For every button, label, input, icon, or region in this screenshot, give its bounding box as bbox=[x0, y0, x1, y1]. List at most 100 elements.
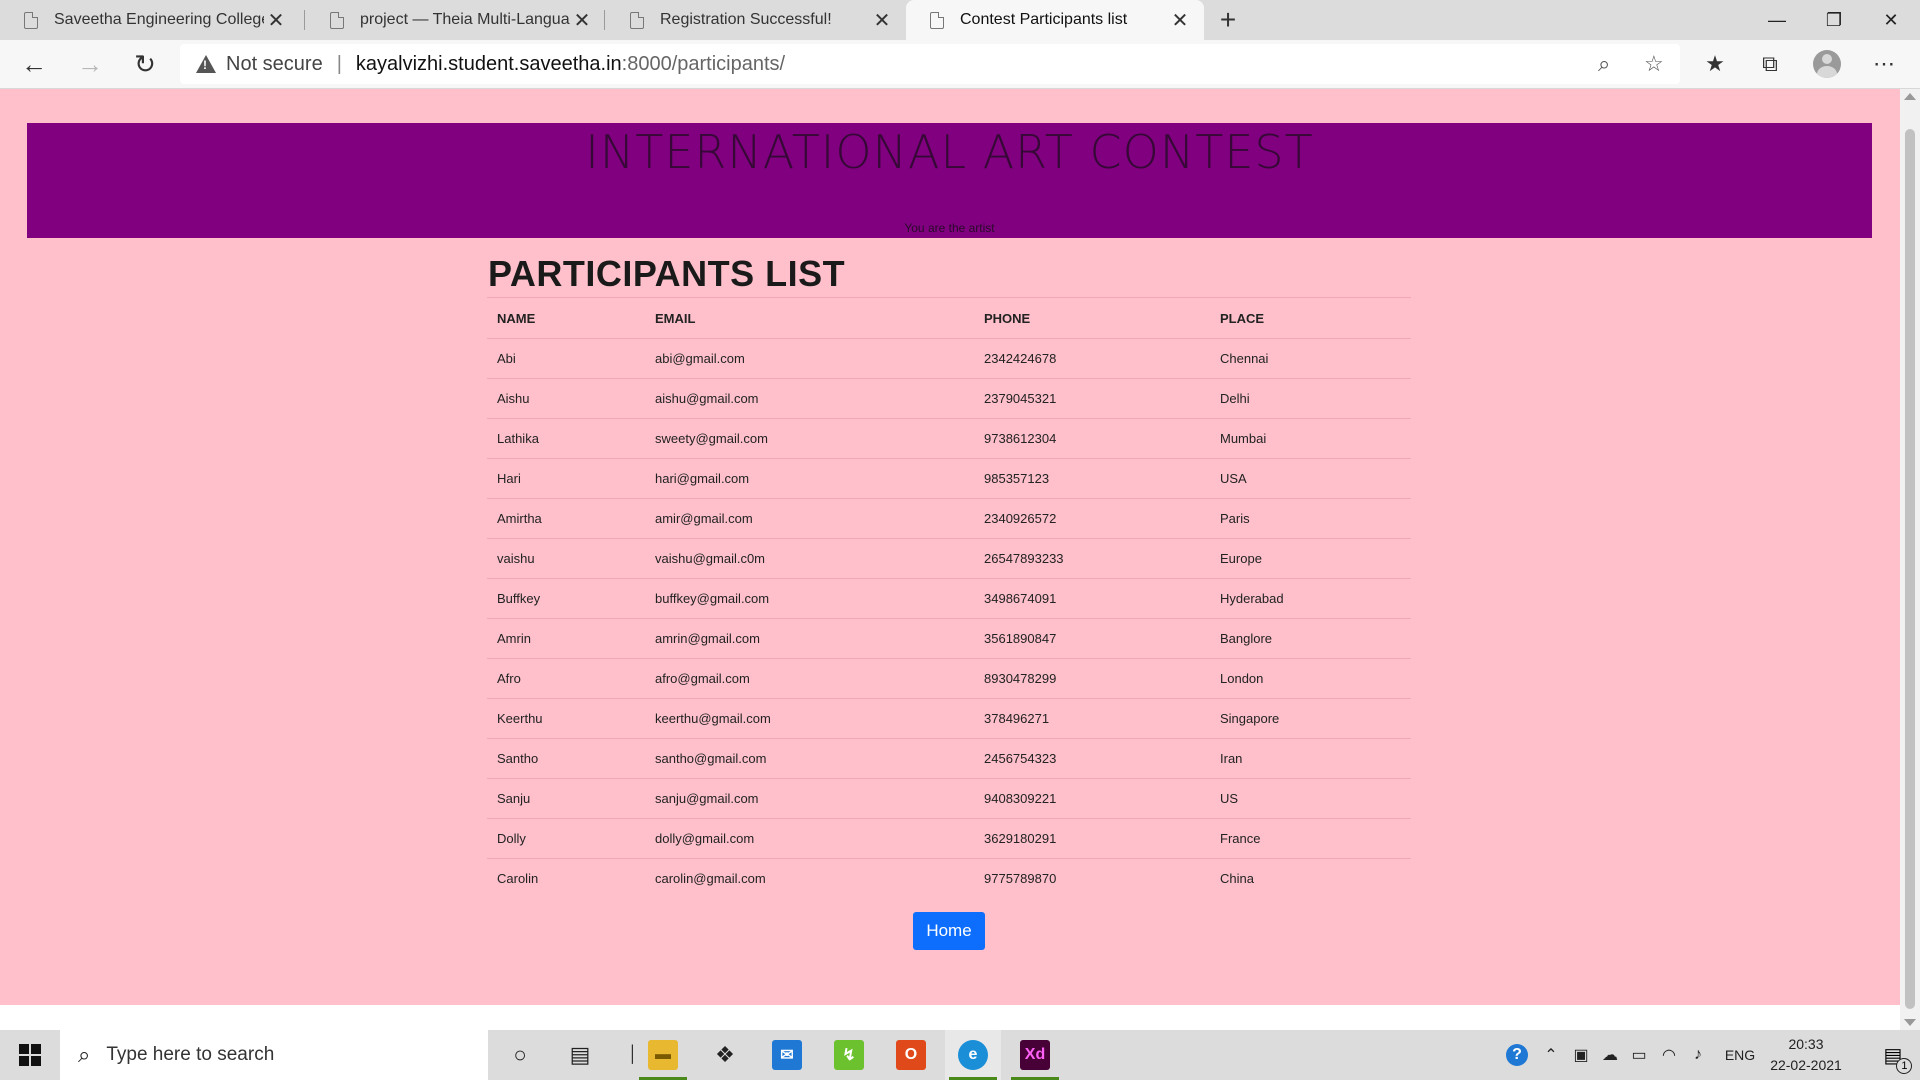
place-cell: China bbox=[1210, 858, 1411, 898]
phone-cell: 9408309221 bbox=[974, 778, 1210, 819]
place-cell: Europe bbox=[1210, 538, 1411, 579]
phone-cell: 9775789870 bbox=[974, 858, 1210, 898]
edge-icon[interactable]: e bbox=[945, 1030, 1001, 1080]
email-cell: hari@gmail.com bbox=[645, 458, 974, 499]
maximize-button[interactable]: ❐ bbox=[1805, 0, 1863, 40]
security-label[interactable]: Not secure bbox=[226, 53, 323, 76]
taskbar-clock[interactable]: 20:33 22-02-2021 bbox=[1766, 1030, 1846, 1080]
windows-logo-icon bbox=[19, 1044, 41, 1066]
shared-app-icon[interactable]: ↯ bbox=[821, 1030, 877, 1080]
close-icon[interactable]: ✕ bbox=[1168, 8, 1192, 33]
collections-icon[interactable]: ⧉ bbox=[1752, 48, 1788, 80]
phone-cell: 8930478299 bbox=[974, 658, 1210, 699]
email-cell: amir@gmail.com bbox=[645, 498, 974, 539]
url-path[interactable]: :8000/participants/ bbox=[622, 53, 785, 76]
mail-icon[interactable]: ✉ bbox=[759, 1030, 815, 1080]
dropbox-icon[interactable]: ❖ bbox=[697, 1030, 753, 1080]
table-row: Carolin carolin@gmail.com 9775789870 China bbox=[487, 858, 1411, 898]
adobe-xd-icon[interactable]: Xd bbox=[1007, 1030, 1063, 1080]
scroll-up-arrow-icon[interactable] bbox=[1904, 93, 1916, 100]
windows-taskbar: ⌕ Type here to search ○ ▤ │ ▬ ❖ ✉ ↯ O e … bbox=[0, 1030, 1920, 1080]
scroll-down-arrow-icon[interactable] bbox=[1904, 1019, 1916, 1026]
close-icon[interactable]: ✕ bbox=[264, 8, 288, 33]
cortana-icon[interactable]: ○ bbox=[492, 1030, 548, 1080]
favorites-icon[interactable]: ★ bbox=[1697, 48, 1733, 80]
tab-theia-project[interactable]: project — Theia Multi-Language ✕ bbox=[306, 0, 606, 40]
more-menu-icon[interactable]: ⋯ bbox=[1866, 48, 1902, 80]
page-scrollbar[interactable] bbox=[1900, 89, 1920, 1030]
reload-button[interactable]: ↻ bbox=[125, 46, 165, 82]
close-icon[interactable]: ✕ bbox=[870, 8, 894, 33]
email-cell: sweety@gmail.com bbox=[645, 418, 974, 459]
wifi-icon[interactable]: ◠ bbox=[1656, 1030, 1682, 1080]
task-view-icon[interactable]: ▤ bbox=[552, 1030, 608, 1080]
table-row: Sanju sanju@gmail.com 9408309221 US bbox=[487, 778, 1411, 819]
email-cell: aishu@gmail.com bbox=[645, 378, 974, 419]
name-cell: Dolly bbox=[487, 818, 645, 859]
new-tab-button[interactable]: + bbox=[1212, 4, 1244, 36]
column-header-phone: PHONE bbox=[974, 297, 1210, 339]
email-cell: carolin@gmail.com bbox=[645, 858, 974, 898]
clock-date: 22-02-2021 bbox=[1770, 1057, 1842, 1073]
place-cell: Mumbai bbox=[1210, 418, 1411, 459]
phone-cell: 3498674091 bbox=[974, 578, 1210, 619]
place-cell: USA bbox=[1210, 458, 1411, 499]
table-row: Afro afro@gmail.com 8930478299 London bbox=[487, 658, 1411, 699]
chevron-up-icon[interactable]: ⌃ bbox=[1538, 1030, 1564, 1080]
help-icon[interactable]: ? bbox=[1500, 1030, 1534, 1080]
place-cell: Iran bbox=[1210, 738, 1411, 779]
scroll-thumb[interactable] bbox=[1905, 129, 1915, 1009]
edge-logo-icon: e bbox=[958, 1040, 988, 1070]
forward-button[interactable]: → bbox=[70, 46, 110, 82]
window-close-button[interactable]: ✕ bbox=[1862, 0, 1920, 40]
place-cell: Banglore bbox=[1210, 618, 1411, 659]
table-row: Dolly dolly@gmail.com 3629180291 France bbox=[487, 818, 1411, 859]
zoom-icon[interactable]: ⌕ bbox=[1598, 51, 1610, 77]
url-separator: | bbox=[336, 52, 342, 75]
home-button[interactable]: Home bbox=[913, 912, 985, 950]
warning-icon[interactable] bbox=[196, 55, 216, 73]
table-row: Amirtha amir@gmail.com 2340926572 Paris bbox=[487, 498, 1411, 539]
name-cell: Hari bbox=[487, 458, 645, 499]
place-cell: US bbox=[1210, 778, 1411, 819]
office-icon[interactable]: O bbox=[883, 1030, 939, 1080]
place-cell: France bbox=[1210, 818, 1411, 859]
table-row: Abi abi@gmail.com 2342424678 Chennai bbox=[487, 338, 1411, 379]
close-icon[interactable]: ✕ bbox=[570, 8, 594, 33]
taskbar-search[interactable]: ⌕ Type here to search bbox=[60, 1030, 488, 1080]
email-cell: amrin@gmail.com bbox=[645, 618, 974, 659]
tab-participants-list[interactable]: Contest Participants list ✕ bbox=[906, 0, 1204, 40]
profile-avatar[interactable] bbox=[1813, 50, 1841, 78]
participants-table: NAME EMAIL PHONE PLACE Abi abi@gmail.com 2… bbox=[487, 297, 1411, 898]
tab-registration[interactable]: Registration Successful! ✕ bbox=[606, 0, 906, 40]
contest-banner: INTERNATIONAL ART CONTEST You are the ar… bbox=[27, 123, 1872, 238]
notifications-icon[interactable]: ▤ 1 bbox=[1866, 1030, 1920, 1080]
battery-icon[interactable]: ▭ bbox=[1626, 1030, 1652, 1080]
name-cell: Keerthu bbox=[487, 698, 645, 739]
column-header-email: EMAIL bbox=[645, 297, 974, 339]
tab-title: project — Theia Multi-Language bbox=[360, 11, 570, 28]
add-favorite-icon[interactable]: ☆ bbox=[1644, 51, 1664, 77]
meet-now-icon[interactable]: ▣ bbox=[1568, 1030, 1594, 1080]
name-cell: Abi bbox=[487, 338, 645, 379]
envelope-icon: ✉ bbox=[772, 1040, 802, 1070]
table-body: Abi abi@gmail.com 2342424678 Chennai Aishu ai… bbox=[487, 338, 1411, 898]
onedrive-icon[interactable]: ☁ bbox=[1597, 1030, 1623, 1080]
tab-title: Contest Participants list bbox=[960, 11, 1128, 28]
start-button[interactable] bbox=[0, 1030, 60, 1080]
place-cell: Delhi bbox=[1210, 378, 1411, 419]
tab-separator bbox=[304, 10, 305, 30]
browser-tab-strip: Saveetha Engineering College ✕ project —… bbox=[0, 0, 1920, 40]
phone-cell: 26547893233 bbox=[974, 538, 1210, 579]
address-bar[interactable]: Not secure | kayalvizhi.student.saveetha… bbox=[180, 44, 1680, 84]
volume-icon[interactable]: ♪ bbox=[1685, 1030, 1711, 1080]
url-host[interactable]: kayalvizhi.student.saveetha.in bbox=[356, 53, 622, 76]
minimize-button[interactable]: — bbox=[1748, 0, 1806, 40]
page-title: PARTICIPANTS LIST bbox=[488, 253, 846, 294]
place-cell: London bbox=[1210, 658, 1411, 699]
banner-title: INTERNATIONAL ART CONTEST bbox=[585, 125, 1314, 179]
tab-saveetha[interactable]: Saveetha Engineering College ✕ bbox=[0, 0, 300, 40]
file-explorer-icon[interactable]: ▬ bbox=[635, 1030, 691, 1080]
back-button[interactable]: ← bbox=[14, 46, 54, 82]
language-indicator[interactable]: ENG bbox=[1720, 1030, 1760, 1080]
